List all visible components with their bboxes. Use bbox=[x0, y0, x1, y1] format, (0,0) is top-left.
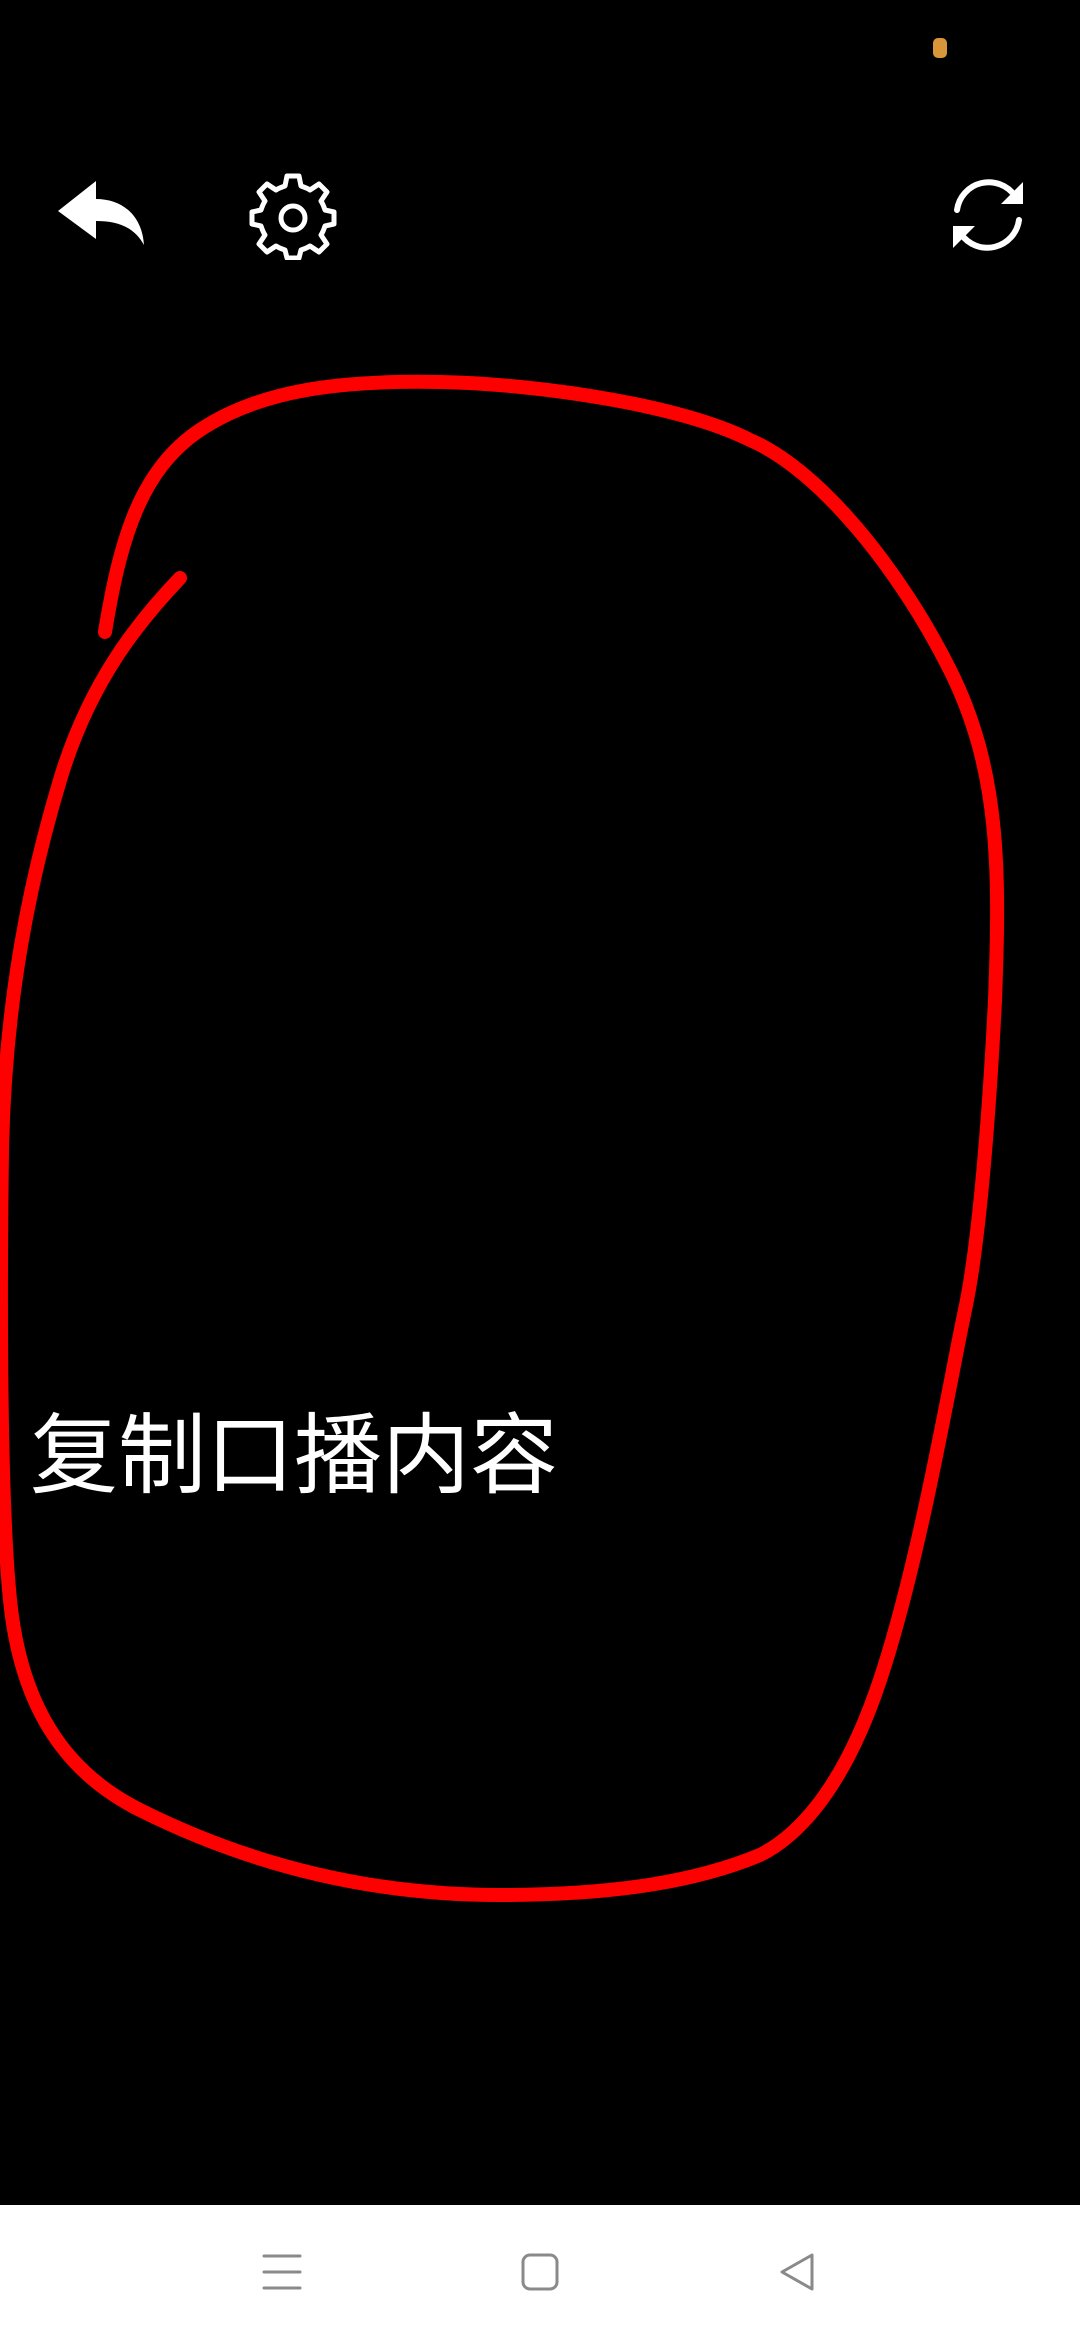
home-square-icon bbox=[521, 2253, 559, 2291]
status-indicator bbox=[933, 38, 947, 58]
refresh-button[interactable] bbox=[930, 160, 1045, 270]
copy-script-text[interactable]: 复制口播内容 bbox=[30, 1405, 558, 1506]
settings-button[interactable] bbox=[235, 160, 350, 270]
back-arrow-icon bbox=[58, 181, 144, 245]
screen: 复制口播内容 bbox=[0, 0, 1080, 2340]
system-nav-bar bbox=[0, 2205, 1080, 2340]
red-circle-annotation bbox=[0, 374, 1005, 1902]
menu-icon bbox=[262, 2254, 302, 2290]
nav-back-button[interactable] bbox=[748, 2227, 848, 2317]
back-button[interactable] bbox=[40, 160, 160, 270]
nav-menu-button[interactable] bbox=[232, 2227, 332, 2317]
back-triangle-icon bbox=[780, 2253, 814, 2291]
nav-home-button[interactable] bbox=[490, 2227, 590, 2317]
refresh-icon bbox=[952, 179, 1023, 251]
gear-icon bbox=[249, 173, 336, 260]
